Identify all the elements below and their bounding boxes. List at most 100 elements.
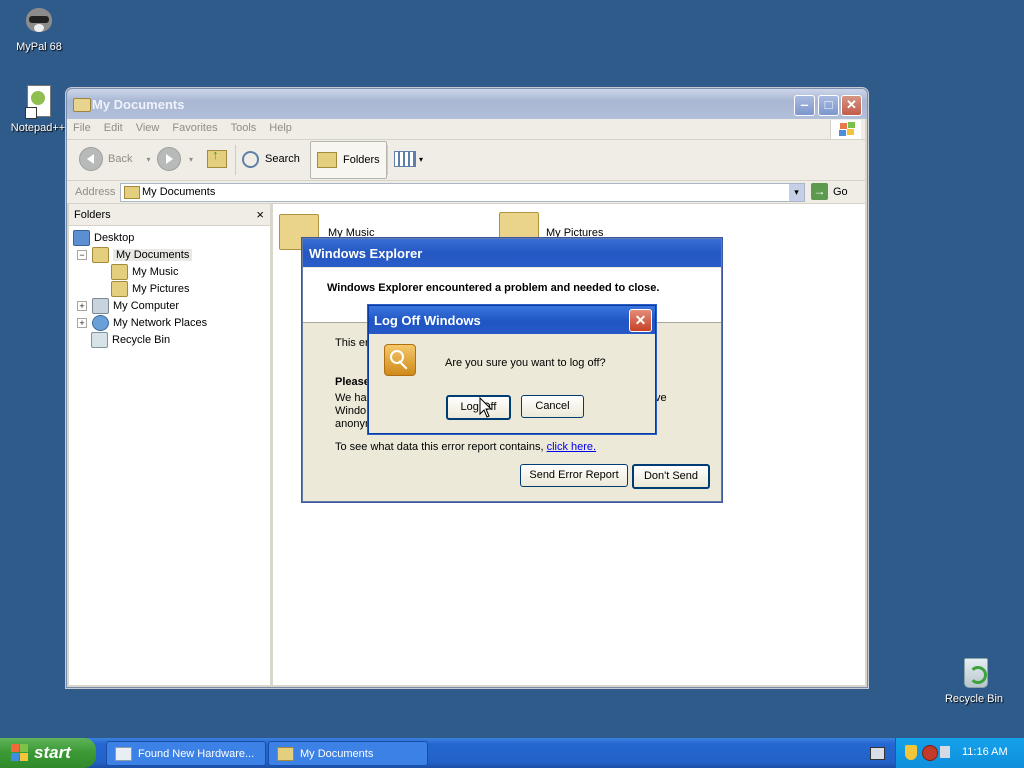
tree-item-my-documents[interactable]: − My Documents [77, 246, 193, 263]
logoff-dialog-title-bar[interactable]: Log Off Windows ✕ [369, 306, 655, 334]
folder-icon [277, 746, 294, 761]
menu-view[interactable]: View [130, 119, 167, 134]
error-body-text: Please [335, 376, 370, 388]
task-found-new-hardware[interactable]: Found New Hardware... [106, 741, 266, 766]
error-dialog-title: Windows Explorer [309, 246, 423, 261]
pictures-folder-icon [111, 280, 128, 297]
tree-item-my-computer[interactable]: + My Computer [77, 297, 179, 314]
hardware-icon [115, 746, 132, 761]
error-body-text: This er [335, 337, 369, 349]
volume-icon[interactable] [940, 746, 950, 758]
keyboard-icon[interactable] [870, 747, 885, 760]
search-button[interactable]: Search [242, 140, 300, 178]
toolbar-separator [387, 145, 388, 175]
tree-item-my-pictures[interactable]: My Pictures [111, 280, 189, 297]
notepadpp-icon: ↗ [21, 85, 55, 119]
menu-tools[interactable]: Tools [225, 119, 264, 134]
folders-pane-title: Folders [74, 209, 111, 221]
minimize-button[interactable]: ‒ [794, 95, 815, 116]
task-label: My Documents [300, 747, 374, 760]
go-arrow-icon: → [811, 183, 828, 200]
folders-icon [317, 152, 337, 168]
raccoon-icon [22, 4, 56, 38]
recycle-bin-icon [91, 331, 108, 348]
forward-button[interactable]: ▾ [157, 140, 193, 178]
address-input[interactable]: My Documents ▾ [120, 183, 805, 202]
address-bar: Address My Documents ▾ → Go [67, 181, 865, 204]
cancel-button[interactable]: Cancel [521, 395, 584, 418]
desktop-icon [73, 229, 90, 246]
error-message: Windows Explorer encountered a problem a… [327, 282, 660, 294]
up-folder-button[interactable]: ↑ [207, 140, 227, 178]
music-folder-icon [111, 263, 128, 280]
menu-edit[interactable]: Edit [98, 119, 130, 134]
menu-help[interactable]: Help [263, 119, 299, 134]
window-title-bar[interactable]: My Documents ‒ □ ✕ [67, 89, 867, 119]
collapse-icon[interactable]: − [77, 249, 87, 260]
taskbar: start Found New Hardware... My Documents… [0, 738, 1024, 768]
desktop-icon-label: MyPal 68 [16, 41, 62, 53]
chevron-down-icon: ▾ [419, 154, 424, 164]
tree-item-label: My Computer [113, 299, 180, 312]
send-error-report-button[interactable]: Send Error Report [520, 464, 628, 487]
system-tray: 11:16 AM [895, 738, 1024, 768]
tree-item-desktop[interactable]: Desktop [73, 229, 134, 246]
views-grid-icon [394, 151, 416, 167]
desktop-icon-recycle-bin[interactable]: Recycle Bin [934, 656, 1014, 705]
tree-item-recycle-bin[interactable]: Recycle Bin [91, 331, 170, 348]
address-dropdown[interactable]: ▾ [789, 184, 804, 201]
clock[interactable]: 11:16 AM [962, 746, 1008, 758]
toolbar: Back ▾ ▾ ↑ Search Folders ▾ [67, 140, 865, 181]
address-value: My Documents [142, 186, 216, 198]
forward-arrow-icon [157, 147, 181, 171]
close-icon[interactable]: × [256, 207, 264, 222]
back-button[interactable]: Back ▾ [79, 140, 150, 178]
chevron-down-icon: ▾ [146, 154, 151, 164]
error-data-text: To see what data this error report conta… [335, 441, 544, 453]
menu-bar: File Edit View Favorites Tools Help [67, 119, 865, 140]
folders-label: Folders [343, 154, 380, 166]
start-button[interactable]: start [0, 738, 96, 768]
tree-item-label: My Music [132, 265, 179, 278]
tree-item-label: My Pictures [132, 282, 190, 295]
go-label: Go [833, 185, 848, 198]
close-button[interactable]: ✕ [841, 95, 862, 116]
desktop-icon-label: Recycle Bin [944, 693, 1004, 705]
mouse-cursor-icon [479, 397, 493, 418]
task-my-documents[interactable]: My Documents [268, 741, 428, 766]
folders-pane-header: Folders × [69, 204, 270, 226]
network-icon [92, 314, 109, 331]
chevron-down-icon: ▾ [794, 187, 799, 197]
logoff-dialog: Log Off Windows ✕ Are you sure you want … [368, 305, 656, 434]
window-title: My Documents [92, 97, 185, 112]
click-here-link[interactable]: click here. [547, 441, 597, 453]
tree-item-my-music[interactable]: My Music [111, 263, 178, 280]
search-icon [242, 150, 259, 168]
folders-button[interactable]: Folders [310, 141, 387, 179]
views-button[interactable]: ▾ [394, 140, 423, 178]
tree-item-label: Recycle Bin [112, 333, 171, 346]
security-alert-icon[interactable] [922, 745, 938, 761]
folder-icon [124, 186, 140, 199]
menu-favorites[interactable]: Favorites [166, 119, 224, 134]
error-body-text: We ha [335, 392, 367, 404]
task-label: Found New Hardware... [138, 747, 255, 760]
dont-send-button[interactable]: Don't Send [632, 464, 710, 489]
search-label: Search [265, 153, 300, 165]
back-arrow-icon [79, 147, 103, 171]
computer-icon [92, 297, 109, 314]
menu-file[interactable]: File [67, 119, 98, 134]
windows-logo-icon [830, 120, 861, 139]
address-label: Address [75, 186, 116, 198]
error-dialog-title-bar[interactable]: Windows Explorer [303, 239, 721, 267]
expand-icon[interactable]: + [77, 300, 87, 311]
expand-icon[interactable]: + [77, 317, 87, 328]
go-button[interactable]: → Go [811, 183, 848, 200]
close-button[interactable]: ✕ [629, 309, 652, 332]
maximize-button[interactable]: □ [818, 95, 839, 116]
error-data-info: To see what data this error report conta… [335, 441, 596, 453]
back-label: Back [108, 153, 133, 165]
desktop-icon-mypal[interactable]: MyPal 68 [0, 4, 79, 53]
security-shield-icon[interactable] [905, 745, 917, 760]
tree-item-my-network-places[interactable]: + My Network Places [77, 314, 207, 331]
